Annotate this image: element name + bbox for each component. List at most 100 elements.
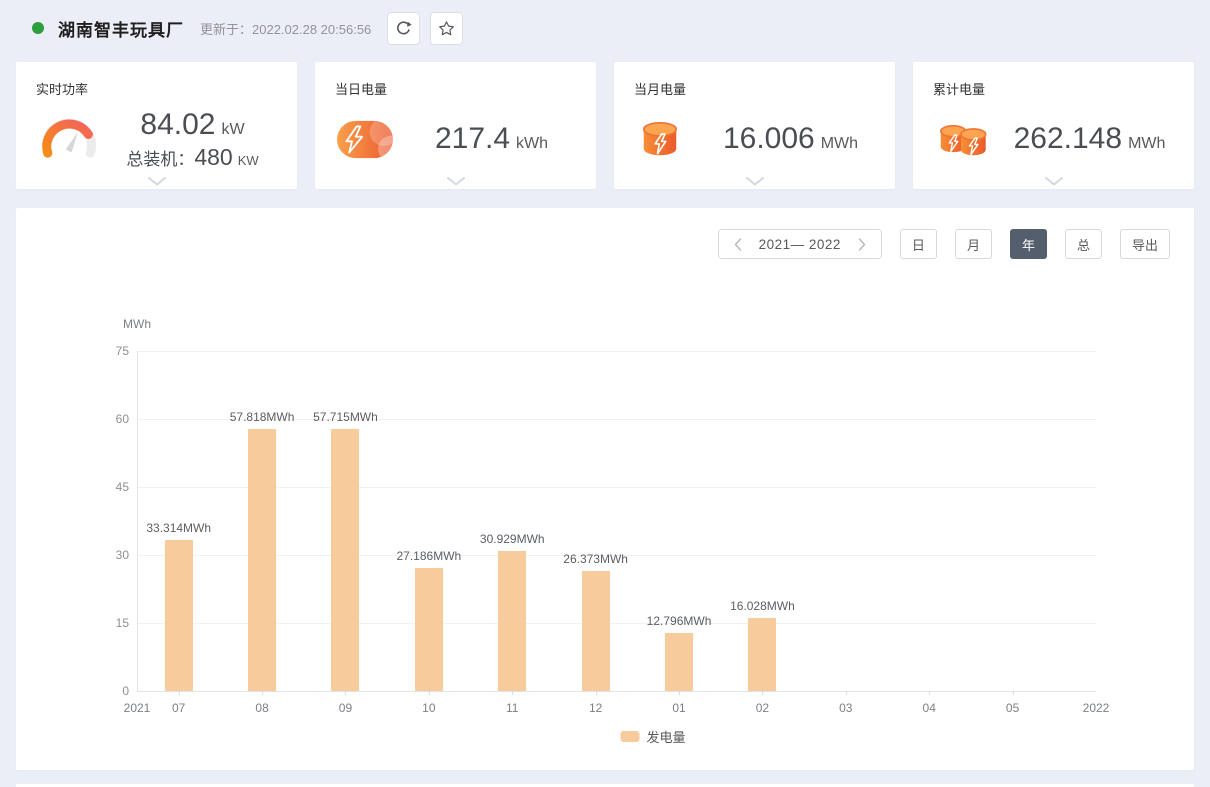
period-button-day[interactable]: 日 [900,229,937,259]
range-next-button[interactable] [856,236,868,253]
chart-controls: 2021— 2022 日 月 年 总 导出 [718,229,1170,259]
x-tick-mark [512,691,513,695]
bolt-pill-icon [335,119,395,160]
card-title: 累计电量 [933,79,1174,98]
chevron-right-icon [858,238,866,251]
card-value: 84.02 [140,108,215,141]
status-dot [32,22,44,34]
card-unit: MWh [1128,135,1165,152]
x-edge-label-start: 2021 [107,701,167,715]
x-axis-line [137,691,1096,692]
x-tick-label: 05 [983,701,1043,715]
bar-value-label: 12.796MWh [619,613,739,629]
stat-card-monthly-energy: 当月电量 [614,62,895,189]
date-range-label: 2021— 2022 [759,237,841,252]
card-unit: MWh [821,135,858,152]
range-prev-button[interactable] [732,236,744,253]
updated-at-label: 更新于：2022.02.28 20:56:56 [200,19,371,38]
period-button-year[interactable]: 年 [1010,229,1047,259]
installed-capacity-value: 480 [194,144,232,170]
card-value: 16.006 [723,122,815,155]
x-tick-mark [1013,691,1014,695]
x-edge-label-end: 2022 [1066,701,1126,715]
gridline [137,623,1096,624]
energy-cylinder-icon [634,113,686,165]
x-tick-mark [762,691,763,695]
card-title: 当月电量 [634,79,875,98]
period-button-total[interactable]: 总 [1065,229,1102,259]
bar-11[interactable] [498,551,526,691]
installed-capacity-unit: KW [238,153,259,168]
x-tick-mark [596,691,597,695]
y-tick-label: 0 [87,684,129,698]
card-expand-chevron[interactable] [447,177,465,186]
bar-12[interactable] [582,571,610,691]
legend-label: 发电量 [646,727,685,746]
installed-capacity-label: 总装机： [126,150,194,169]
export-button[interactable]: 导出 [1120,229,1170,259]
x-tick-mark [345,691,346,695]
card-title: 当日电量 [335,79,576,98]
x-tick-label: 04 [899,701,959,715]
legend-swatch [620,731,639,742]
favorite-button[interactable] [430,12,463,45]
stat-card-cumulative-energy: 累计电量 [913,62,1194,189]
chevron-down-icon [746,177,764,186]
stat-card-realtime-power: 实时功率 84.0 [16,62,297,189]
x-tick-label: 03 [816,701,876,715]
x-tick-mark [429,691,430,695]
chevron-down-icon [148,177,166,186]
bar-02[interactable] [748,618,776,691]
period-button-month[interactable]: 月 [955,229,992,259]
bar-09[interactable] [331,429,359,691]
bar-value-label: 30.929MWh [452,531,572,547]
star-icon [437,19,456,38]
bar-value-label: 16.028MWh [702,598,822,614]
chart-legend[interactable]: 发电量 [620,727,685,746]
refresh-button[interactable] [387,12,420,45]
x-tick-mark [929,691,930,695]
plant-title: 湖南智丰玩具厂 [58,16,184,41]
x-tick-mark [262,691,263,695]
bar-10[interactable] [415,568,443,691]
x-tick-label: 08 [232,701,292,715]
card-title: 实时功率 [36,79,277,98]
y-tick-label: 75 [87,344,129,358]
gauge-icon [36,110,102,168]
date-range-selector: 2021— 2022 [718,229,882,259]
topbar: 湖南智丰玩具厂 更新于：2022.02.28 20:56:56 [0,0,1210,56]
bar-chart-plot: 015304560750733.314MWh0857.818MWh0957.71… [137,351,1096,691]
x-tick-mark [679,691,680,695]
x-tick-label: 02 [732,701,792,715]
card-unit: kWh [516,135,548,152]
bar-value-label: 27.186MWh [369,548,489,564]
card-value: 217.4 [435,122,510,155]
card-expand-chevron[interactable] [148,177,166,186]
card-expand-chevron[interactable] [1045,177,1063,186]
x-tick-label: 11 [482,701,542,715]
y-tick-label: 60 [87,412,129,426]
x-tick-label: 09 [315,701,375,715]
bar-07[interactable] [165,540,193,691]
y-tick-label: 45 [87,480,129,494]
stat-card-daily-energy: 当日电量 [315,62,596,189]
dashboard-page: 湖南智丰玩具厂 更新于：2022.02.28 20:56:56 实时功率 [0,0,1210,787]
bar-08[interactable] [248,429,276,691]
card-unit: kW [221,121,244,138]
stat-cards-row: 实时功率 84.0 [16,62,1194,189]
bar-01[interactable] [665,633,693,691]
x-tick-mark [179,691,180,695]
y-axis-title: MWh [123,317,151,331]
x-tick-label: 01 [649,701,709,715]
x-tick-label: 12 [566,701,626,715]
energy-double-cylinder-icon [933,113,995,165]
x-tick-mark [846,691,847,695]
gridline [137,351,1096,352]
bar-value-label: 26.373MWh [536,551,656,567]
bar-value-label: 57.715MWh [285,409,405,425]
refresh-icon [395,20,412,37]
card-value: 262.148 [1014,122,1122,155]
chevron-down-icon [1045,177,1063,186]
gridline [137,487,1096,488]
card-expand-chevron[interactable] [746,177,764,186]
